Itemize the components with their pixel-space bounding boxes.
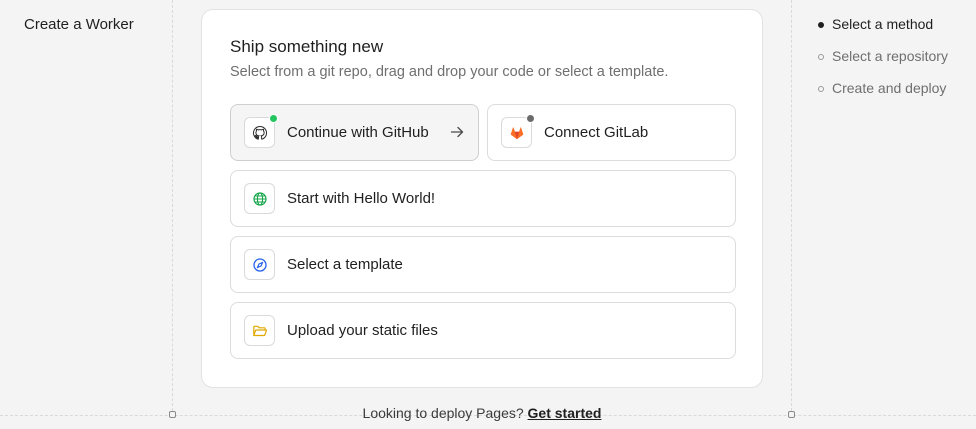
github-status-dot: [269, 114, 278, 123]
get-started-link[interactable]: Get started: [528, 405, 602, 421]
hello-world-button[interactable]: Start with Hello World!: [230, 170, 736, 227]
footer: Looking to deploy Pages? Get started: [0, 405, 964, 421]
upload-label: Upload your static files: [287, 322, 438, 339]
step-active-dot: [818, 22, 824, 28]
gitlab-icon: [501, 114, 535, 148]
arrow-right-icon: [450, 126, 464, 138]
step-label: Create and deploy: [832, 80, 947, 96]
folder-open-icon: [244, 315, 275, 346]
globe-icon: [244, 183, 275, 214]
step-label: Select a repository: [832, 48, 948, 64]
card-title: Ship something new: [230, 37, 384, 56]
footer-text: Looking to deploy Pages?: [362, 405, 524, 421]
guide-line-right: [791, 0, 792, 416]
step-label: Select a method: [832, 16, 934, 32]
page: Create a Worker Ship something new Selec…: [0, 0, 976, 429]
step-inactive-dot: [818, 54, 824, 60]
connect-gitlab-button[interactable]: Connect GitLab: [487, 104, 736, 161]
step-inactive-dot: [818, 86, 824, 92]
ship-card: Ship something new Select from a git rep…: [201, 9, 763, 388]
gitlab-label: Connect GitLab: [544, 124, 649, 141]
hello-world-label: Start with Hello World!: [287, 190, 436, 207]
select-template-button[interactable]: Select a template: [230, 236, 736, 293]
github-icon: [244, 114, 278, 148]
gitlab-status-dot: [526, 114, 535, 123]
github-label: Continue with GitHub: [287, 124, 429, 141]
template-label: Select a template: [287, 256, 403, 273]
page-title: Create a Worker: [24, 16, 134, 33]
compass-icon: [244, 249, 275, 280]
card-subtitle: Select from a git repo, drag and drop yo…: [230, 64, 669, 80]
guide-line-left: [172, 0, 173, 416]
upload-static-files-button[interactable]: Upload your static files: [230, 302, 736, 359]
continue-github-button[interactable]: Continue with GitHub: [230, 104, 479, 161]
